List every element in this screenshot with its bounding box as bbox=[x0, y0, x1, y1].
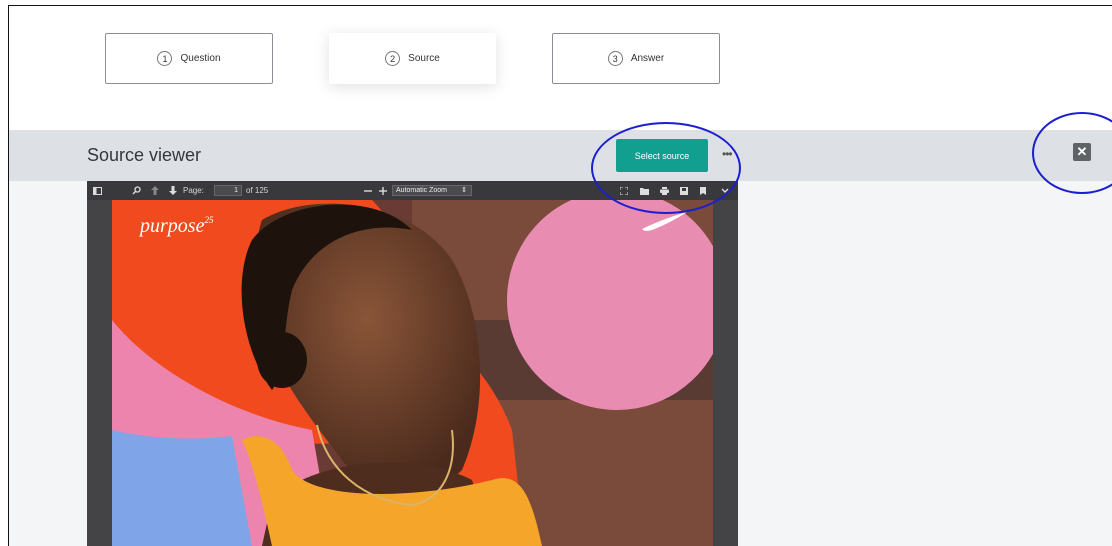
pdf-toolbar: Page: 1 of 125 Automatic Zoom ⇕ bbox=[87, 181, 738, 200]
step-number: 3 bbox=[607, 51, 623, 66]
zoom-select[interactable]: Automatic Zoom ⇕ bbox=[392, 185, 472, 196]
download-icon[interactable] bbox=[680, 184, 688, 197]
step-source[interactable]: 2 Source bbox=[329, 33, 496, 84]
sidebar-toggle-icon[interactable] bbox=[93, 184, 102, 197]
frame-top-border bbox=[8, 5, 1112, 6]
step-label: Source bbox=[408, 53, 440, 64]
next-page-icon[interactable] bbox=[169, 184, 177, 197]
more-options-icon[interactable]: ••• bbox=[722, 147, 733, 161]
zoom-value: Automatic Zoom bbox=[396, 187, 447, 194]
bookmark-icon[interactable] bbox=[700, 184, 706, 197]
source-viewer-header: Source viewer Select source ••• ✕ bbox=[9, 130, 1112, 181]
page-label: Page: bbox=[183, 186, 204, 195]
zoom-out-icon[interactable] bbox=[364, 184, 372, 197]
step-number: 2 bbox=[385, 51, 401, 66]
cover-brand-text: purpose25 bbox=[138, 215, 214, 237]
step-answer[interactable]: 3 Answer bbox=[552, 33, 720, 84]
select-source-button[interactable]: Select source bbox=[616, 139, 708, 172]
pdf-viewer: Page: 1 of 125 Automatic Zoom ⇕ purpose2… bbox=[87, 181, 738, 546]
pdf-page-cover: purpose25 bbox=[112, 200, 713, 546]
previous-page-icon[interactable] bbox=[151, 184, 159, 197]
search-icon[interactable] bbox=[132, 184, 141, 197]
chevron-updown-icon: ⇕ bbox=[461, 187, 467, 194]
step-label: Answer bbox=[630, 53, 665, 64]
print-icon[interactable] bbox=[660, 184, 669, 197]
cover-photo-image: purpose25 bbox=[112, 200, 713, 546]
zoom-in-icon[interactable] bbox=[379, 184, 387, 197]
open-file-icon[interactable] bbox=[640, 184, 649, 197]
tools-chevron-icon[interactable] bbox=[721, 184, 729, 197]
presentation-mode-icon[interactable] bbox=[620, 184, 628, 197]
step-label: Question bbox=[180, 53, 221, 64]
step-number: 1 bbox=[157, 51, 173, 66]
source-viewer-title: Source viewer bbox=[87, 145, 202, 165]
page-total: of 125 bbox=[246, 186, 269, 195]
close-icon[interactable]: ✕ bbox=[1073, 143, 1091, 161]
step-question[interactable]: 1 Question bbox=[105, 33, 273, 84]
page-number-input[interactable]: 1 bbox=[214, 185, 242, 196]
